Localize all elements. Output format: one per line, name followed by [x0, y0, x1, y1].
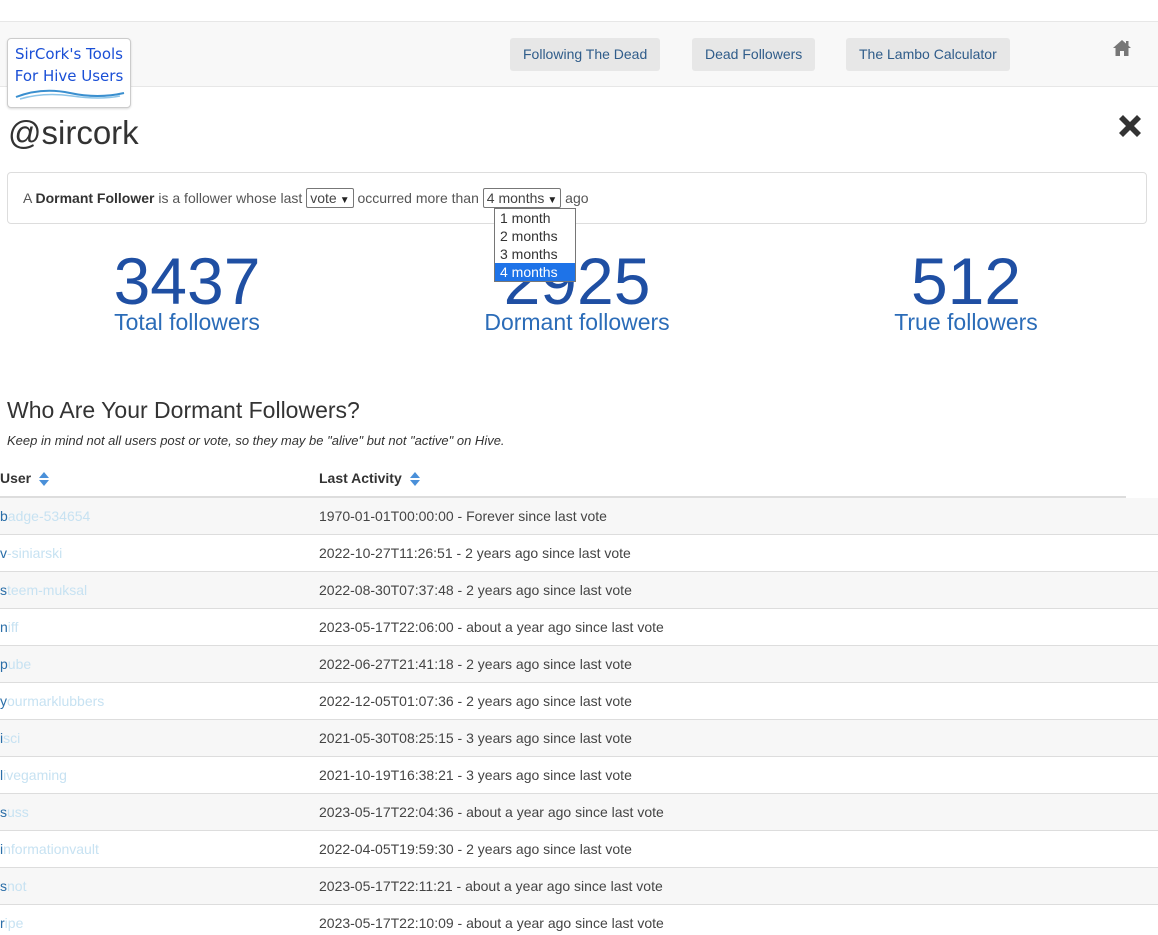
table-row: pube 2022-06-27T21:41:18 - 2 years ago si…: [0, 646, 1158, 683]
column-header-label: User: [0, 470, 32, 486]
last-activity-cell: 1970-01-01T00:00:00 - Forever since last…: [319, 508, 607, 524]
period-option-4-months[interactable]: 4 months: [495, 263, 575, 281]
home-icon[interactable]: [1112, 38, 1132, 58]
stat-value: 512: [910, 244, 1022, 318]
table-row: informationvault 2022-04-05T19:59:30 - 2 …: [0, 831, 1158, 868]
definition-panel: A Dormant Follower is a follower whose l…: [7, 172, 1147, 224]
user-link[interactable]: yourmarklubbers: [0, 683, 128, 719]
top-navbar: SirCork's Tools For Hive Users Following…: [0, 21, 1158, 108]
stat-label: Total followers: [114, 309, 260, 335]
logo-wave-graphic: [15, 89, 125, 100]
table-row: badge-534654 1970-01-01T00:00:00 - Foreve…: [0, 498, 1158, 535]
dormant-followers-table: badge-534654 1970-01-01T00:00:00 - Foreve…: [0, 498, 1158, 935]
last-activity-cell: 2023-05-17T22:11:21 - about a year ago s…: [319, 878, 663, 894]
chevron-down-icon: ▼: [339, 194, 350, 206]
period-dropdown-list: 1 month 2 months 3 months 4 months: [494, 208, 576, 282]
account-name: @sircork: [8, 114, 139, 151]
site-logo[interactable]: SirCork's Tools For Hive Users: [7, 38, 131, 108]
stat-value: 3437: [113, 244, 261, 318]
user-link[interactable]: v-siniarski: [0, 535, 128, 571]
last-activity-cell: 2022-08-30T07:37:48 - 2 years ago since …: [319, 582, 632, 598]
table-row: ripe 2023-05-17T22:10:09 - about a year a…: [0, 905, 1158, 935]
table-row: niff 2023-05-17T22:06:00 - about a year a…: [0, 609, 1158, 646]
period-value: 4 months: [486, 189, 545, 206]
last-activity-cell: 2022-12-05T01:07:36 - 2 years ago since …: [319, 693, 632, 709]
activity-type-select[interactable]: vote ▼: [306, 187, 354, 208]
last-activity-cell: 2021-10-19T16:38:21 - 3 years ago since …: [319, 767, 632, 783]
stat-true-followers: 512 True followers: [816, 248, 1116, 336]
user-link[interactable]: ripe: [0, 905, 128, 935]
section-title: Who Are Your Dormant Followers?: [7, 397, 360, 423]
table-row: livegaming 2021-10-19T16:38:21 - 3 years …: [0, 757, 1158, 794]
user-link[interactable]: steem-muksal: [0, 572, 128, 608]
user-link[interactable]: badge-534654: [0, 498, 128, 534]
table-row: v-siniarski 2022-10-27T11:26:51 - 2 years…: [0, 535, 1158, 572]
period-select[interactable]: 4 months ▼: [482, 187, 562, 208]
table-row: yourmarklubbers 2022-12-05T01:07:36 - 2 y…: [0, 683, 1158, 720]
column-header-user[interactable]: User: [0, 470, 50, 487]
logo-line-1: SirCork's Tools: [14, 45, 124, 63]
user-link[interactable]: suss: [0, 794, 128, 830]
user-link[interactable]: snot: [0, 868, 128, 904]
user-link[interactable]: isci: [0, 720, 128, 756]
definition-prefix: A: [23, 190, 32, 206]
table-row: steem-muksal 2022-08-30T07:37:48 - 2 year…: [0, 572, 1158, 609]
definition-term: Dormant Follower: [35, 190, 155, 206]
period-option-1-month[interactable]: 1 month: [495, 209, 575, 227]
sort-icon: [39, 472, 50, 487]
stat-dormant-followers: 2925 Dormant followers: [427, 248, 727, 336]
last-activity-cell: 2022-10-27T11:26:51 - 2 years ago since …: [319, 545, 631, 561]
user-link[interactable]: livegaming: [0, 757, 128, 793]
table-row: isci 2021-05-30T08:25:15 - 3 years ago si…: [0, 720, 1158, 757]
last-activity-cell: 2021-05-30T08:25:15 - 3 years ago since …: [319, 730, 632, 746]
stat-label: Dormant followers: [484, 309, 670, 335]
user-link[interactable]: niff: [0, 609, 128, 645]
last-activity-cell: 2023-05-17T22:10:09 - about a year ago s…: [319, 915, 664, 931]
nav-lambo-calculator[interactable]: The Lambo Calculator: [846, 38, 1010, 71]
nav-dead-followers[interactable]: Dead Followers: [692, 38, 816, 71]
column-header-last-activity[interactable]: Last Activity: [319, 470, 421, 487]
period-option-3-months[interactable]: 3 months: [495, 245, 575, 263]
logo-line-2: For Hive Users: [14, 67, 124, 85]
stat-total-followers: 3437 Total followers: [37, 248, 337, 336]
user-link[interactable]: pube: [0, 646, 128, 682]
section-note: Keep in mind not all users post or vote,…: [7, 433, 505, 448]
sort-icon: [409, 472, 420, 487]
stat-value: 2925: [503, 244, 651, 318]
last-activity-cell: 2023-05-17T22:04:36 - about a year ago s…: [319, 804, 664, 820]
column-header-label: Last Activity: [319, 470, 402, 486]
last-activity-cell: 2022-04-05T19:59:30 - 2 years ago since …: [319, 841, 632, 857]
table-row: snot 2023-05-17T22:11:21 - about a year a…: [0, 868, 1158, 905]
close-icon[interactable]: [1114, 110, 1146, 142]
activity-type-value: vote: [310, 189, 337, 206]
period-option-2-months[interactable]: 2 months: [495, 227, 575, 245]
table-row: suss 2023-05-17T22:04:36 - about a year a…: [0, 794, 1158, 831]
stat-label: True followers: [894, 309, 1038, 335]
user-link[interactable]: informationvault: [0, 831, 128, 867]
last-activity-cell: 2022-06-27T21:41:18 - 2 years ago since …: [319, 656, 632, 672]
definition-middle: is a follower whose last: [158, 190, 303, 206]
definition-sentence: A Dormant Follower is a follower whose l…: [23, 187, 589, 208]
definition-after-activity: occurred more than: [357, 190, 479, 206]
nav-following-the-dead[interactable]: Following The Dead: [510, 38, 661, 71]
last-activity-cell: 2023-05-17T22:06:00 - about a year ago s…: [319, 619, 664, 635]
chevron-down-icon: ▼: [547, 194, 558, 206]
definition-suffix: ago: [565, 190, 589, 206]
